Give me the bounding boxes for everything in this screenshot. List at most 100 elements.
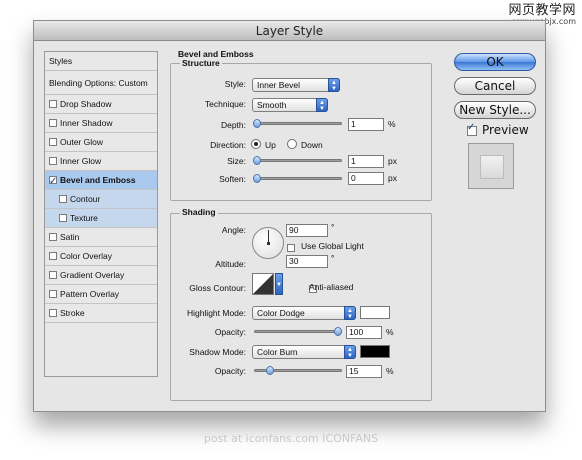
style-item-checkbox[interactable] xyxy=(59,195,67,203)
shadow-opacity-slider[interactable] xyxy=(254,366,342,375)
shadow-mode-popup[interactable]: Color Burn ▲ ▼ xyxy=(252,345,356,359)
style-item-label: Stroke xyxy=(60,308,85,318)
style-item-color-overlay[interactable]: Color Overlay xyxy=(45,247,157,266)
style-item-checkbox[interactable] xyxy=(49,119,57,127)
direction-down-radio[interactable] xyxy=(287,139,297,149)
style-item-pattern-overlay[interactable]: Pattern Overlay xyxy=(45,285,157,304)
depth-slider[interactable] xyxy=(253,119,342,128)
style-item-checkbox[interactable] xyxy=(49,271,57,279)
style-item-label: Inner Glow xyxy=(60,156,102,166)
style-item-checkbox[interactable] xyxy=(49,309,57,317)
highlight-opacity-label: Opacity: xyxy=(214,327,246,337)
style-item-checkbox[interactable] xyxy=(49,100,57,108)
angle-label: Angle: xyxy=(221,225,246,235)
highlight-opacity-slider[interactable] xyxy=(254,327,342,336)
style-item-checkbox[interactable] xyxy=(49,252,57,260)
preview-thumbnail-inner xyxy=(480,155,504,179)
direction-label: Direction: xyxy=(210,140,246,150)
style-item-stroke[interactable]: Stroke xyxy=(45,304,157,323)
style-item-label: Gradient Overlay xyxy=(60,270,125,280)
style-item-gradient-overlay[interactable]: Gradient Overlay xyxy=(45,266,157,285)
style-item-label: Outer Glow xyxy=(60,137,103,147)
chevron-down-icon[interactable]: ▼ xyxy=(275,273,283,295)
style-item-checkbox[interactable] xyxy=(49,138,57,146)
direction-up-label: Up xyxy=(265,140,276,150)
watermark-line1: 网页教学网 xyxy=(508,3,576,18)
soften-label: Soften: xyxy=(219,174,246,184)
depth-slider-knob[interactable] xyxy=(253,119,261,128)
size-slider-knob[interactable] xyxy=(253,156,261,165)
style-item-checkbox[interactable] xyxy=(49,290,57,298)
popup-arrows-icon: ▲ ▼ xyxy=(316,98,328,112)
style-item-drop-shadow[interactable]: Drop Shadow xyxy=(45,95,157,114)
highlight-opacity-field[interactable]: 100 xyxy=(346,326,382,339)
bevel-emboss-panel: Bevel and Emboss Structure Style: Inner … xyxy=(170,49,432,401)
altitude-unit: ° xyxy=(331,253,335,263)
highlight-opacity-unit: % xyxy=(386,327,394,337)
gloss-contour-swatch[interactable] xyxy=(252,273,274,295)
style-item-outer-glow[interactable]: Outer Glow xyxy=(45,133,157,152)
size-unit: px xyxy=(388,156,397,166)
style-item-inner-glow[interactable]: Inner Glow xyxy=(45,152,157,171)
shadow-mode-value: Color Burn xyxy=(257,347,298,357)
style-label: Style: xyxy=(224,79,246,89)
soften-slider-knob[interactable] xyxy=(253,174,261,183)
style-item-checkbox[interactable] xyxy=(49,157,57,165)
preview-label: Preview xyxy=(482,123,529,137)
style-item-checkbox[interactable] xyxy=(49,233,57,241)
style-item-label: Contour xyxy=(70,194,101,204)
angle-dial[interactable] xyxy=(252,227,284,259)
highlight-mode-label: Highlight Mode: xyxy=(186,308,246,318)
preview-thumbnail xyxy=(468,143,514,189)
angle-field[interactable]: 90 xyxy=(286,224,328,237)
shadow-opacity-slider-knob[interactable] xyxy=(266,366,274,375)
angle-dial-center xyxy=(267,242,270,245)
size-slider[interactable] xyxy=(253,156,342,165)
soften-field[interactable]: 0 xyxy=(348,172,384,185)
altitude-label: Altitude: xyxy=(215,259,246,269)
ok-button[interactable]: OK xyxy=(454,53,536,71)
style-item-satin[interactable]: Satin xyxy=(45,228,157,247)
soften-unit: px xyxy=(388,173,397,183)
style-item-contour[interactable]: Contour xyxy=(45,190,157,209)
style-item-label: Satin xyxy=(60,232,80,242)
highlight-mode-value: Color Dodge xyxy=(257,308,305,318)
anti-aliased-label: Anti-aliased xyxy=(309,282,354,292)
highlight-opacity-slider-knob[interactable] xyxy=(334,327,342,336)
shadow-opacity-field[interactable]: 15 xyxy=(346,365,382,378)
window-title: Layer Style xyxy=(34,21,545,41)
angle-unit: ° xyxy=(331,222,335,232)
use-global-light-checkbox[interactable] xyxy=(287,244,295,252)
styles-header[interactable]: Styles xyxy=(45,52,157,71)
shadow-opacity-unit: % xyxy=(386,366,394,376)
highlight-color-swatch[interactable] xyxy=(360,306,390,319)
style-item-label: Bevel and Emboss xyxy=(60,175,136,185)
shadow-mode-label: Shadow Mode: xyxy=(189,347,246,357)
altitude-field[interactable]: 30 xyxy=(286,255,328,268)
style-popup[interactable]: Inner Bevel ▲ ▼ xyxy=(252,78,340,92)
style-item-label: Inner Shadow xyxy=(60,118,113,128)
style-item-label: Pattern Overlay xyxy=(60,289,120,299)
style-item-bevel-and-emboss[interactable]: Bevel and Emboss xyxy=(45,171,157,190)
cancel-button[interactable]: Cancel xyxy=(454,77,536,95)
style-item-checkbox[interactable] xyxy=(59,214,67,222)
preview-checkbox[interactable] xyxy=(467,122,477,136)
direction-down-label: Down xyxy=(301,140,323,150)
new-style-button[interactable]: New Style... xyxy=(454,101,536,119)
soften-slider[interactable] xyxy=(253,174,342,183)
technique-popup[interactable]: Smooth ▲ ▼ xyxy=(252,98,328,112)
size-field[interactable]: 1 xyxy=(348,155,384,168)
style-item-label: Color Overlay xyxy=(60,251,112,261)
style-item-texture[interactable]: Texture xyxy=(45,209,157,228)
depth-field[interactable]: 1 xyxy=(348,118,384,131)
footer-credit: post at iconfans.com ICONFANS xyxy=(203,432,379,445)
size-label: Size: xyxy=(227,156,246,166)
direction-up-radio[interactable] xyxy=(251,139,261,149)
blending-options-item[interactable]: Blending Options: Custom xyxy=(45,71,157,95)
style-item-checkbox[interactable] xyxy=(49,172,57,189)
highlight-mode-popup[interactable]: Color Dodge ▲ ▼ xyxy=(252,306,356,320)
style-item-label: Drop Shadow xyxy=(60,99,112,109)
style-item-inner-shadow[interactable]: Inner Shadow xyxy=(45,114,157,133)
popup-arrows-icon: ▲ ▼ xyxy=(344,345,356,359)
shadow-color-swatch[interactable] xyxy=(360,345,390,358)
